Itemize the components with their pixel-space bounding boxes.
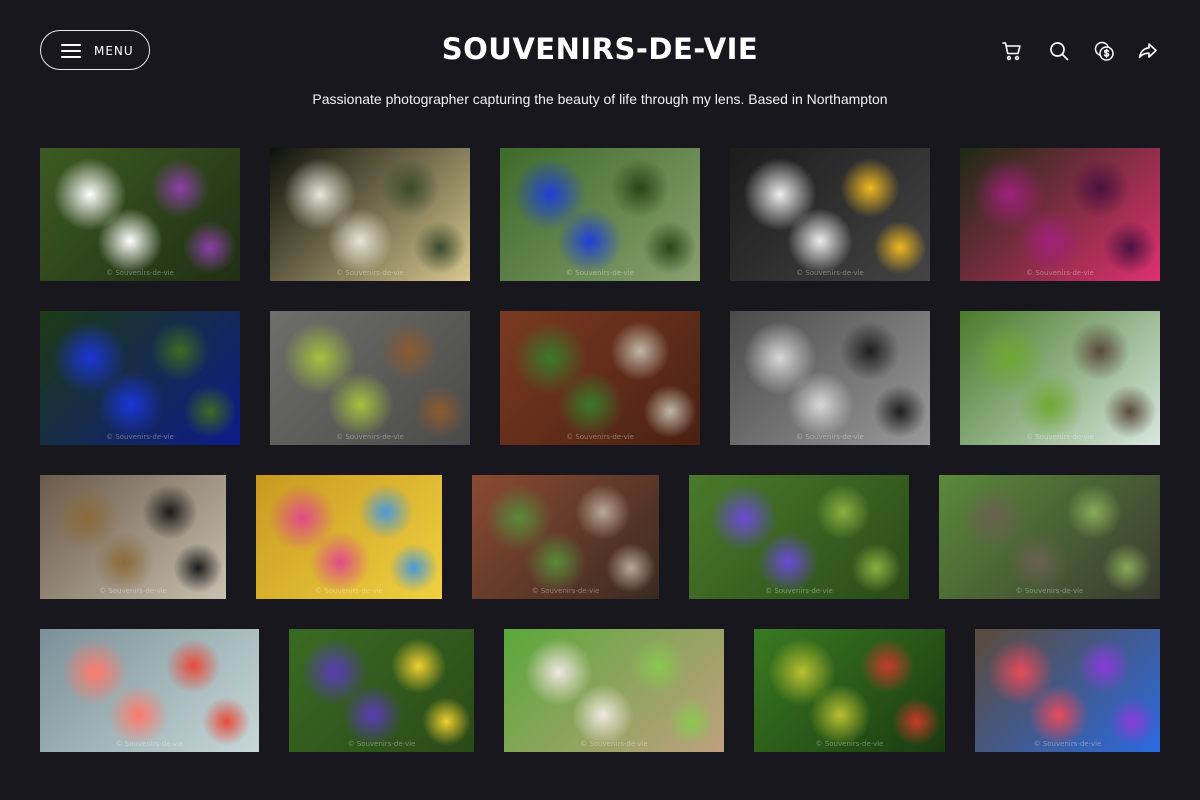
photo-bicycle-storefront[interactable]: © Souvenirs-de-vie xyxy=(500,311,700,445)
photo-white-purple-wildflowers[interactable]: © Souvenirs-de-vie xyxy=(40,148,240,281)
search-icon[interactable] xyxy=(1047,39,1071,63)
photo-watermark: © Souvenirs-de-vie xyxy=(1026,269,1094,277)
photo-flamingo-splash[interactable]: © Souvenirs-de-vie xyxy=(40,629,259,752)
photo-watermark: © Souvenirs-de-vie xyxy=(580,740,648,748)
photo-magenta-sweet-peas[interactable]: © Souvenirs-de-vie xyxy=(960,148,1160,281)
photo-watermark: © Souvenirs-de-vie xyxy=(1033,740,1102,748)
photo-white-blossoms-dark[interactable]: © Souvenirs-de-vie xyxy=(270,148,470,281)
photo-watermark: © Souvenirs-de-vie xyxy=(765,587,833,595)
photo-pinwheels[interactable]: © Souvenirs-de-vie xyxy=(256,475,442,599)
photo-watermark: © Souvenirs-de-vie xyxy=(566,433,634,441)
photo-white-peony[interactable]: © Souvenirs-de-vie xyxy=(730,148,930,281)
photo-grape-hyacinths[interactable]: © Souvenirs-de-vie xyxy=(689,475,909,599)
header-icons xyxy=(1000,39,1160,63)
share-icon[interactable] xyxy=(1136,39,1160,63)
photo-watermark: © Souvenirs-de-vie xyxy=(115,740,184,748)
photo-wine-basket[interactable]: © Souvenirs-de-vie xyxy=(40,475,226,599)
photo-watermark: © Souvenirs-de-vie xyxy=(336,269,404,277)
photo-leaves-on-cobblestones[interactable]: © Souvenirs-de-vie xyxy=(270,311,470,445)
photo-street-corner-cafe[interactable]: © Souvenirs-de-vie xyxy=(472,475,659,599)
photo-white-finches-branch[interactable]: © Souvenirs-de-vie xyxy=(504,629,724,752)
photo-watermark: © Souvenirs-de-vie xyxy=(815,740,884,748)
photo-thatched-cottage-garden[interactable]: © Souvenirs-de-vie xyxy=(960,311,1160,445)
photo-watermark: © Souvenirs-de-vie xyxy=(99,587,167,595)
photo-otters-on-grass[interactable]: © Souvenirs-de-vie xyxy=(939,475,1160,599)
photo-blue-cornflowers-close[interactable]: © Souvenirs-de-vie xyxy=(40,311,240,445)
photo-blue-cornflowers-field[interactable]: © Souvenirs-de-vie xyxy=(500,148,700,281)
photo-butterflies-watermelon[interactable]: © Souvenirs-de-vie xyxy=(975,629,1160,752)
photo-watermark: © Souvenirs-de-vie xyxy=(347,740,416,748)
photo-watermark: © Souvenirs-de-vie xyxy=(796,433,864,441)
site-header: MENU SOUVENIRS-DE-VIE Passionate photogr… xyxy=(0,0,1200,140)
photo-gooseberries[interactable]: © Souvenirs-de-vie xyxy=(754,629,945,752)
photo-watermark: © Souvenirs-de-vie xyxy=(315,587,383,595)
photo-watermark: © Souvenirs-de-vie xyxy=(531,587,600,595)
site-tagline: Passionate photographer capturing the be… xyxy=(312,91,888,107)
photo-watermark: © Souvenirs-de-vie xyxy=(336,433,404,441)
photo-watermark: © Souvenirs-de-vie xyxy=(106,269,174,277)
photo-bw-gears[interactable]: © Souvenirs-de-vie xyxy=(730,311,930,445)
photo-watermark: © Souvenirs-de-vie xyxy=(106,433,174,441)
photo-purple-iris[interactable]: © Souvenirs-de-vie xyxy=(289,629,474,752)
photo-watermark: © Souvenirs-de-vie xyxy=(1026,433,1094,441)
cart-icon[interactable] xyxy=(1000,39,1024,63)
photo-watermark: © Souvenirs-de-vie xyxy=(566,269,634,277)
photo-watermark: © Souvenirs-de-vie xyxy=(796,269,864,277)
currency-icon[interactable] xyxy=(1092,39,1116,63)
photo-watermark: © Souvenirs-de-vie xyxy=(1015,587,1084,595)
